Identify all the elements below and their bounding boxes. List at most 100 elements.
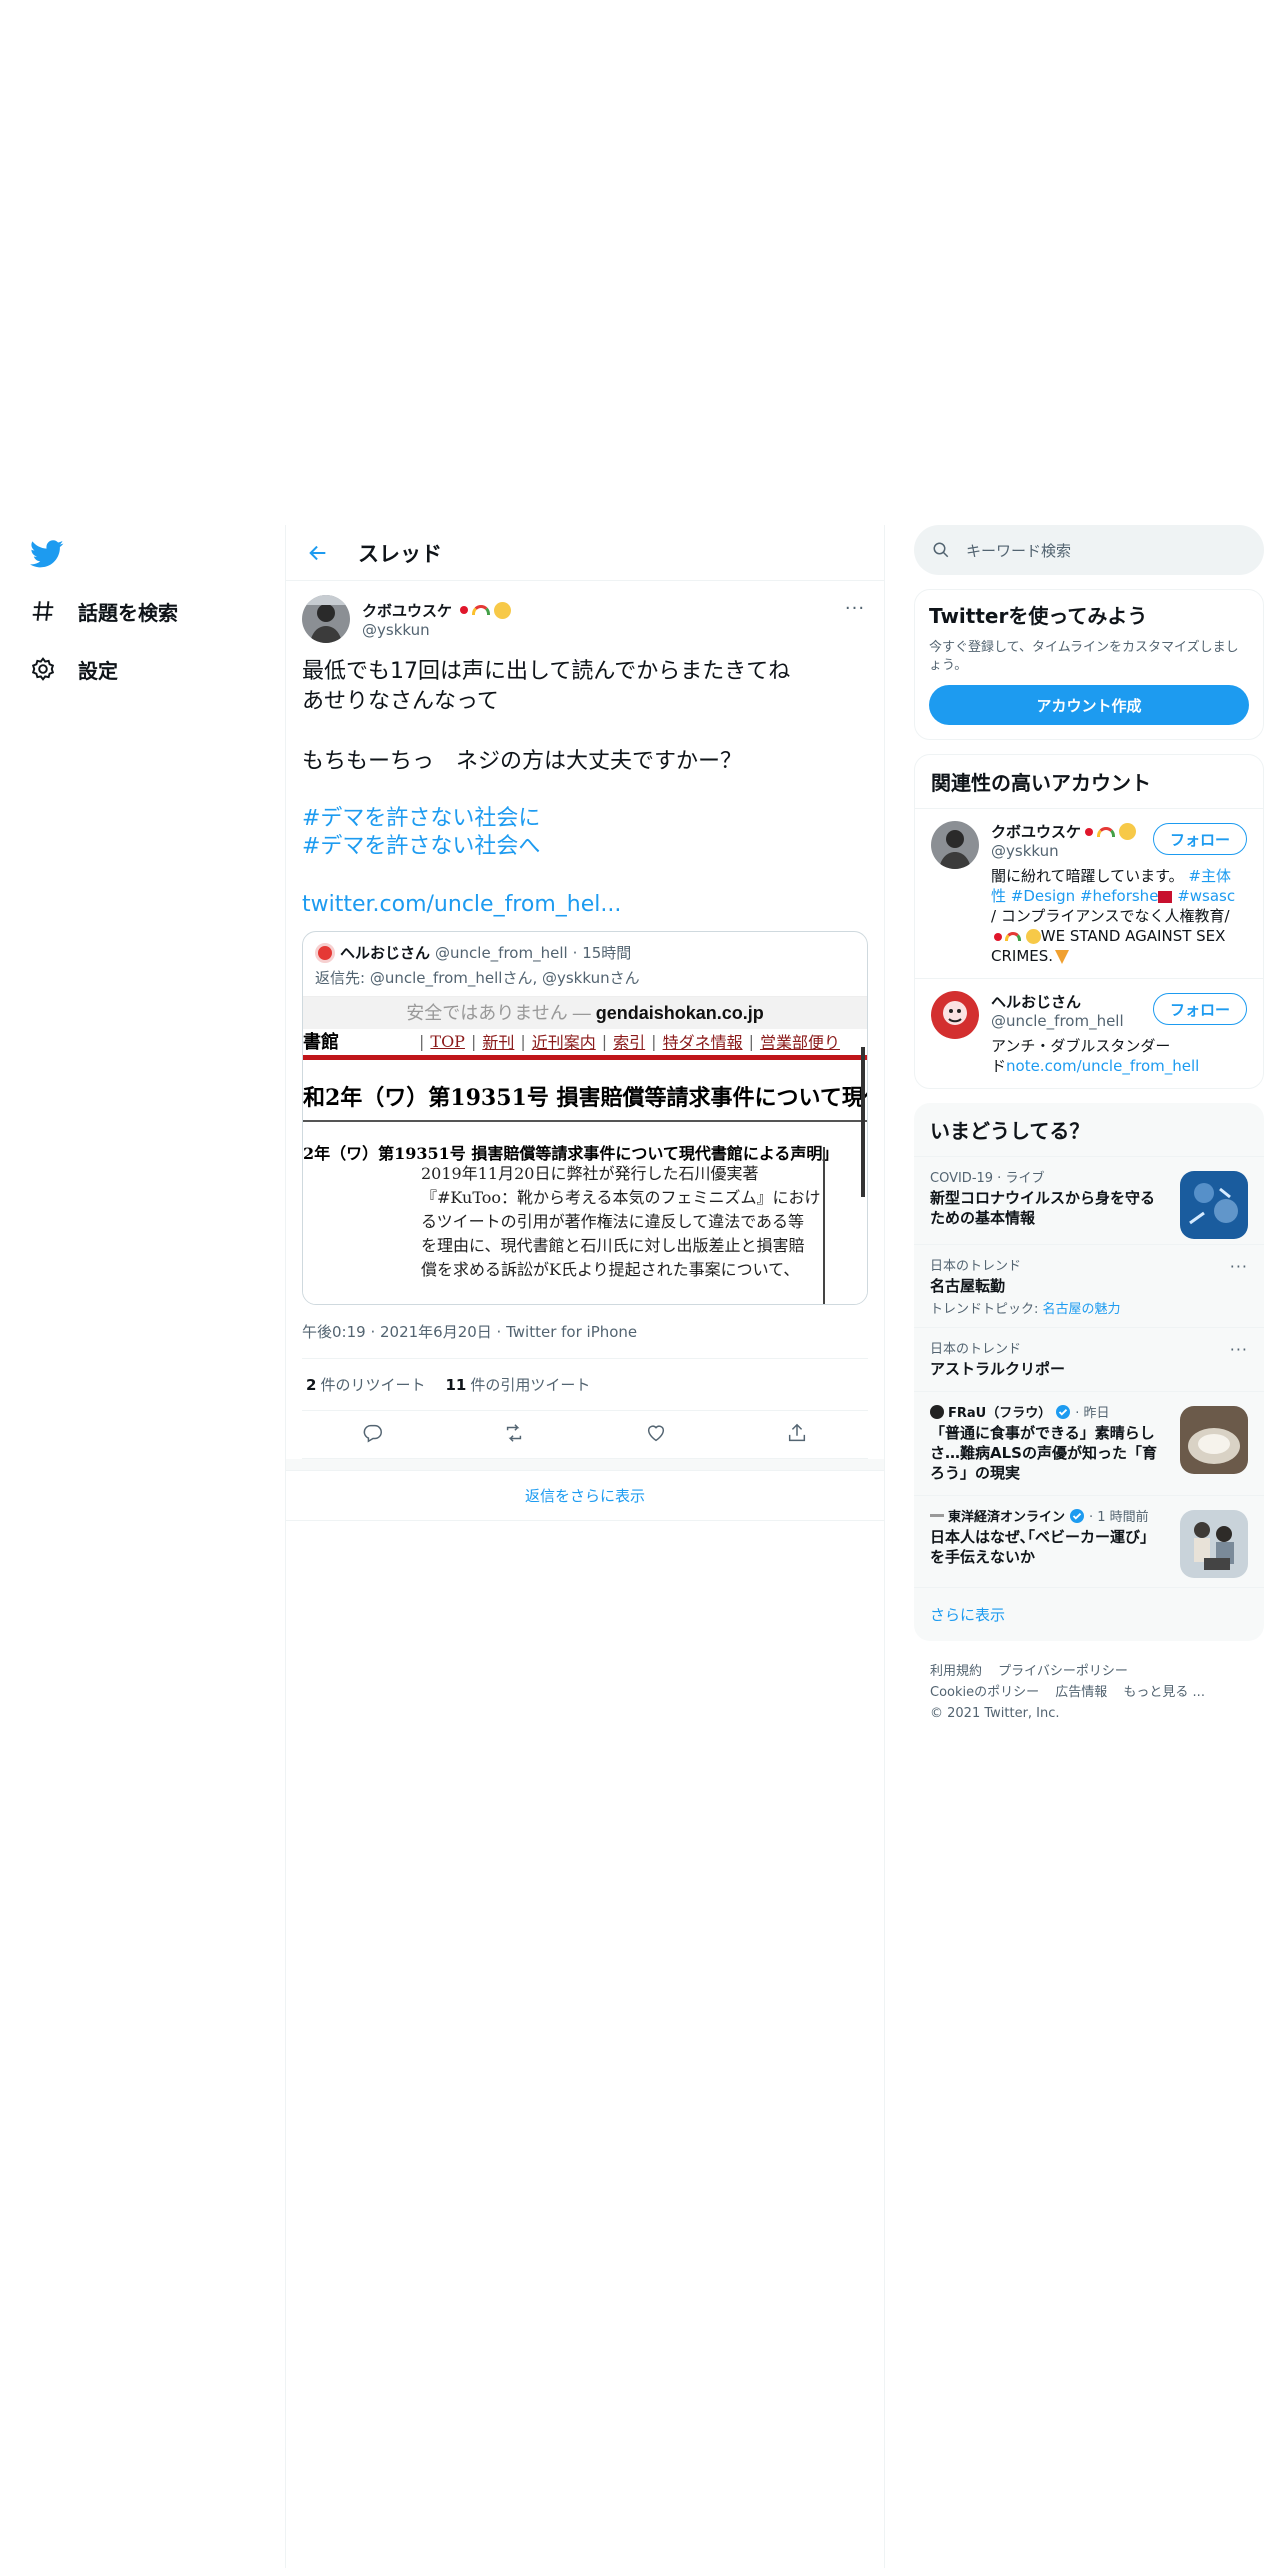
trend-item[interactable]: 日本のトレンド アストラルクリポー ··· — [914, 1327, 1264, 1391]
retweet-button[interactable] — [503, 1422, 525, 1448]
quote-reply-to: 返信先: @uncle_from_hellさん, @yskkunさん — [315, 969, 640, 987]
search-placeholder: キーワード検索 — [966, 541, 1072, 560]
site-name: 書館 — [303, 1032, 339, 1053]
bio-hashtag[interactable]: #wsasc — [1177, 887, 1235, 905]
trend-item[interactable]: COVID-19 · ライブ 新型コロナウイルスから身を守るための基本情報 — [914, 1156, 1264, 1244]
footer-ads-link[interactable]: 広告情報 — [1055, 1685, 1107, 1700]
quote-time: · 15時間 — [572, 944, 632, 962]
follow-button[interactable]: フォロー — [1152, 993, 1247, 1025]
pizza-icon — [1055, 949, 1070, 964]
quote-screenshot-image: 安全ではありません — gendaishokan.co.jp 書館 | TOP |… — [303, 996, 867, 1304]
quote-author-handle: @uncle_from_hell — [435, 943, 568, 962]
bio-link[interactable]: note.com/uncle_from_hell — [1006, 1057, 1199, 1075]
browser-url-bar: 安全ではありません — gendaishokan.co.jp — [303, 997, 867, 1029]
tweet-text: 最低でも17回は声に出して読んでからまたきてね あせりなさんなって もちもーちっ… — [302, 659, 791, 774]
bio-hashtag[interactable]: #Design — [1011, 887, 1075, 905]
avatar[interactable] — [931, 991, 979, 1039]
headline-rule — [303, 1120, 867, 1122]
verified-icon — [1055, 1404, 1071, 1420]
nav-settings[interactable]: 設定 — [30, 649, 118, 689]
tweet-stats: 2 件のリツイート 11 件の引用ツイート — [302, 1359, 868, 1411]
trend-thumbnail — [1180, 1510, 1248, 1578]
retweet-count[interactable]: 2 件のリツイート — [306, 1374, 425, 1395]
trends-card: いまどうしてる？ COVID-19 · ライブ 新型コロナウイルスから身を守るた… — [914, 1103, 1264, 1641]
account-bio: アンチ・ダブルスタンダー ドnote.com/uncle_from_hell — [991, 1037, 1200, 1075]
footer-terms-link[interactable]: 利用規約 — [930, 1664, 982, 1679]
quote-count[interactable]: 11 件の引用ツイート — [445, 1374, 590, 1395]
more-options-button[interactable]: ··· — [842, 599, 868, 625]
source-logo-icon — [930, 1404, 944, 1419]
source-logo-icon — [930, 1514, 944, 1517]
emoji-face-icon — [1119, 823, 1137, 840]
flag-icon — [1158, 890, 1173, 903]
share-button[interactable] — [786, 1422, 808, 1448]
create-account-button[interactable]: アカウント作成 — [929, 685, 1249, 725]
account-name[interactable]: クボユウスケ — [991, 821, 1081, 842]
arrow-left-icon — [309, 545, 326, 560]
account-item[interactable]: ヘルおじさん @uncle_from_hell アンチ・ダブルスタンダー ドnot… — [915, 978, 1263, 1088]
retweet-icon — [507, 1423, 522, 1442]
signup-card: Twitterを使ってみよう 今すぐ登録して、タイムラインをカスタマイズしましょ… — [914, 589, 1264, 740]
trend-title: 「普通に食事ができる」素晴らしさ…難病ALSの声優が知った「育ろう」の現実 — [930, 1424, 1157, 1482]
follow-button[interactable]: フォロー — [1152, 823, 1247, 855]
more-options-button[interactable]: ··· — [1230, 1257, 1248, 1276]
copyright: © 2021 Twitter, Inc. — [930, 1706, 1060, 1721]
footer: 利用規約 プライバシーポリシー Cookieのポリシー 広告情報 もっと見る .… — [914, 1661, 1264, 1724]
trend-context: 日本のトレンド — [930, 1342, 1022, 1357]
trend-source: 東洋経済オンライン — [948, 1510, 1066, 1525]
author-handle[interactable]: @yskkun — [362, 621, 511, 639]
trend-context: 日本のトレンド — [930, 1259, 1022, 1274]
bio-hashtag[interactable]: #heforshe — [1080, 887, 1158, 905]
site-menu-item: 新刊 — [482, 1033, 515, 1052]
tweet-author: クボユウスケ @yskkun ··· — [302, 593, 868, 645]
trend-thumbnail — [1180, 1171, 1248, 1239]
trend-thumbnail — [1180, 1406, 1248, 1474]
trend-item[interactable]: 日本のトレンド 名古屋転勤 トレンドトピック: 名古屋の魅力 ··· — [914, 1244, 1264, 1327]
article-border — [823, 1147, 825, 1304]
right-sidebar: キーワード検索 Twitterを使ってみよう 今すぐ登録して、タイムラインをカス… — [914, 525, 1264, 1724]
twitter-logo-icon[interactable] — [30, 537, 64, 571]
quote-avatar-icon — [315, 942, 335, 963]
url-domain: gendaishokan.co.jp — [595, 1003, 764, 1023]
hashtag-link-2[interactable]: #デマを許さない社会へ — [302, 833, 868, 861]
trend-item[interactable]: FRaU（フラウ） · 昨日 「普通に食事ができる」素晴らしさ…難病ALSの声優… — [914, 1391, 1264, 1495]
hashtag-link-1[interactable]: #デマを許さない社会に — [302, 805, 868, 833]
back-button[interactable] — [302, 537, 334, 569]
author-name[interactable]: クボユウスケ — [362, 600, 452, 621]
related-accounts-card: 関連性の高いアカウント クボユウスケ @yskkun 闇に紛れて暗躍しています。… — [914, 754, 1264, 1089]
footer-privacy-link[interactable]: プライバシーポリシー — [998, 1664, 1128, 1679]
nav-explore[interactable]: 話題を検索 — [30, 591, 178, 631]
site-menu-item: 営業部便り — [759, 1033, 840, 1052]
red-divider — [303, 1055, 867, 1060]
main-column: スレッド クボユウスケ @yskkun ··· 最低でも17回は声に出して読んで… — [286, 525, 884, 1521]
trend-time: · 1 時間前 — [1089, 1510, 1149, 1525]
footer-cookies-link[interactable]: Cookieのポリシー — [930, 1685, 1039, 1700]
account-item[interactable]: クボユウスケ @yskkun 闇に紛れて暗躍しています。 #主体性 #Desig… — [915, 808, 1263, 978]
japan-flag-icon — [460, 606, 469, 614]
site-menu-item: 索引 — [613, 1033, 646, 1052]
signup-subtitle: 今すぐ登録して、タイムラインをカスタマイズしましょう。 — [929, 640, 1239, 673]
share-icon — [789, 1423, 806, 1441]
right-column-divider — [884, 525, 885, 2568]
trend-item[interactable]: 東洋経済オンライン · 1 時間前 日本人はなぜ､｢ベビーカー運び｣を手伝えない… — [914, 1495, 1264, 1587]
trends-show-more-link[interactable]: さらに表示 — [914, 1587, 1264, 1641]
avatar[interactable] — [302, 595, 350, 643]
page-title: スレッド — [358, 541, 442, 566]
thread-header: スレッド — [286, 525, 884, 581]
trend-title: 名古屋転勤 — [930, 1277, 1006, 1295]
search-icon — [933, 542, 949, 558]
site-menu-item: 近刊案内 — [531, 1033, 596, 1052]
site-menu-item: TOP — [430, 1031, 465, 1051]
footer-more-link[interactable]: もっと見る ... — [1123, 1685, 1205, 1700]
tweet-url-link[interactable]: twitter.com/uncle_from_hel... — [302, 891, 868, 919]
trend-source: FRaU（フラウ） — [948, 1406, 1052, 1421]
avatar[interactable] — [931, 821, 979, 869]
quoted-tweet[interactable]: ヘルおじさん @uncle_from_hell · 15時間 返信先: @unc… — [302, 931, 868, 1305]
tweet-timestamp[interactable]: 午後0:19 · 2021年6月20日 · Twitter for iPhone — [302, 1321, 868, 1359]
search-input[interactable]: キーワード検索 — [914, 525, 1264, 575]
reply-button[interactable] — [362, 1422, 384, 1448]
like-button[interactable] — [645, 1422, 667, 1448]
show-more-replies-button[interactable]: 返信をさらに表示 — [286, 1471, 884, 1521]
more-options-button[interactable]: ··· — [1230, 1340, 1248, 1359]
trend-title: アストラルクリポー — [930, 1360, 1066, 1378]
